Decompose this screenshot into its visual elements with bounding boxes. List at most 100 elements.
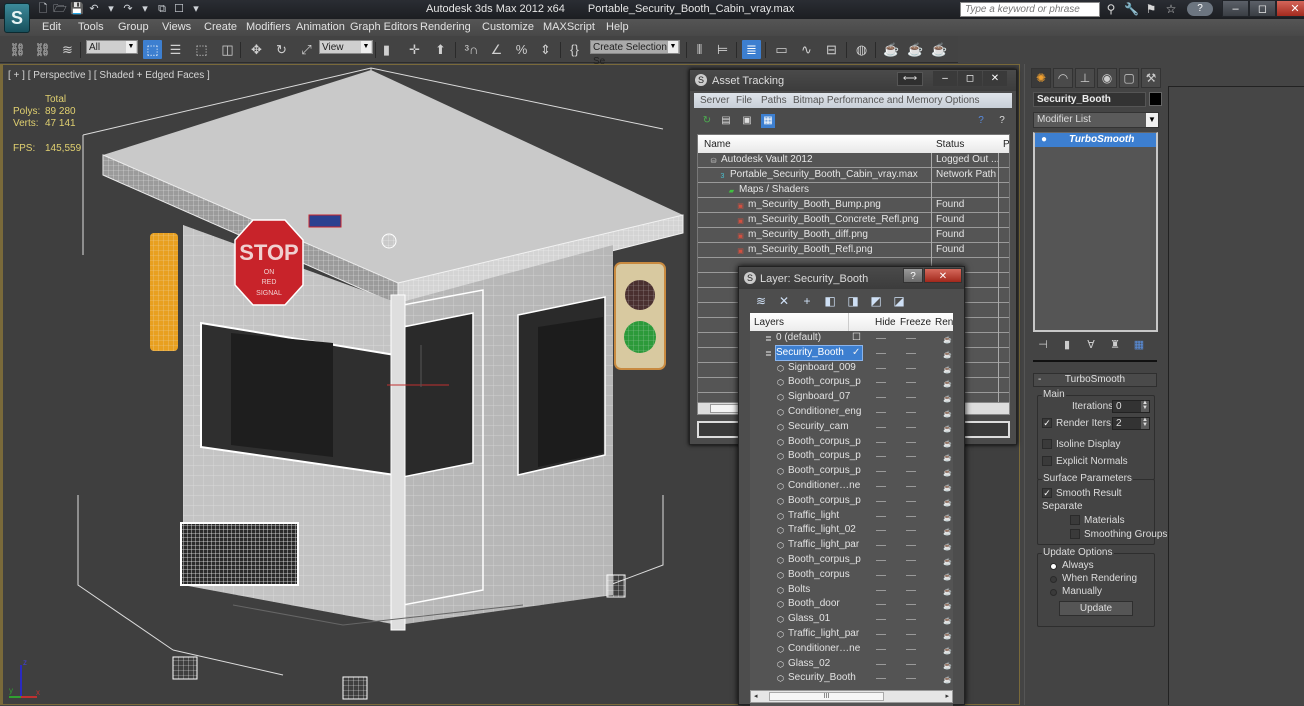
isoline-display-checkbox[interactable] [1042,439,1052,449]
layer-row[interactable]: ≣ 0 (default) ☐ ☕ [750,331,953,346]
freeze-toggle[interactable] [906,678,916,680]
asset-row[interactable]: ▣ m_Security_Booth_Refl.png Found [698,243,1009,258]
asset-row[interactable]: ▣ m_Security_Booth_Concrete_Refl.png Found [698,213,1009,228]
freeze-toggle[interactable] [906,589,916,591]
render-teapot-icon[interactable]: ☕ [943,674,952,684]
layer-name[interactable]: Glass_02 [788,657,830,671]
hide-toggle[interactable] [876,456,886,458]
asset-menu-server[interactable]: Server [700,95,729,106]
tab-modify[interactable]: ◠ [1053,68,1073,88]
hide-toggle[interactable] [876,500,886,502]
object-row[interactable]: ⬡ Traffic_light_par ☕ [750,627,953,642]
menu-graph-editors[interactable]: Graph Editors [350,21,418,33]
freeze-toggle[interactable] [906,397,916,399]
menu-customize[interactable]: Customize [482,21,534,33]
angle-snap-icon[interactable]: ∠ [487,40,506,59]
list-view-icon[interactable]: ▤ [719,114,733,128]
minimize-button[interactable]: – [933,71,957,86]
column-freeze[interactable]: Freeze [900,317,931,328]
freeze-toggle[interactable] [906,441,916,443]
select-object-icon[interactable]: ⬚ [143,40,162,59]
object-row[interactable]: ⬡ Signboard_009 ☕ [750,361,953,376]
object-row[interactable]: ⬡ Traffic_light_02 ☕ [750,523,953,538]
object-row[interactable]: ⬡ Booth_corpus_p ☕ [750,435,953,450]
layer-name[interactable]: Booth_corpus_p [788,375,861,389]
asset-row[interactable]: ▰ Maps / Shaders [698,183,1009,198]
spinner-arrows-icon[interactable]: ▲ ▼ [1141,400,1149,412]
schematic-view-icon[interactable]: ⊟ [822,40,841,59]
hide-toggle[interactable] [876,663,886,665]
close-button[interactable]: ✕ [924,268,962,283]
stack-item-turbosmooth[interactable]: ● TurboSmooth [1035,133,1156,147]
render-teapot-icon[interactable]: ☕ [943,615,952,625]
layer-name[interactable]: Security_Booth [788,671,856,685]
project-folder-icon[interactable]: ⧉ [155,2,169,16]
hide-toggle[interactable] [876,441,886,443]
hide-toggle[interactable] [876,352,886,354]
snaps-toggle-icon[interactable]: ³∩ [462,40,481,59]
layer-name[interactable]: Traffic_light_par [788,538,859,552]
render-teapot-icon[interactable]: ☕ [943,334,952,344]
render-teapot-icon[interactable]: ☕ [943,378,952,388]
menu-views[interactable]: Views [162,21,191,33]
asset-row[interactable]: ▣ m_Security_Booth_Bump.png Found [698,198,1009,213]
viewport-label[interactable]: [ + ] [ Perspective ] [ Shaded + Edged F… [8,70,210,81]
layer-name[interactable]: Booth_corpus_p [788,435,861,449]
tab-display[interactable]: ▢ [1119,68,1139,88]
maximize-button[interactable]: ◻ [958,71,982,86]
binoculars-icon[interactable]: ⚲ [1104,2,1118,16]
asset-menu-file[interactable]: File [736,95,752,106]
freeze-toggle[interactable] [906,338,916,339]
freeze-toggle[interactable] [906,604,916,606]
asset-menu-paths[interactable]: Paths [761,95,787,106]
object-row[interactable]: ⬡ Glass_01 ☕ [750,612,953,627]
manually-radio[interactable] [1050,589,1057,596]
rendered-frame-window-icon[interactable]: ☕ [906,40,925,59]
select-highlighted-objects-icon[interactable]: ◧ [822,293,838,309]
layer-name[interactable]: 0 (default) [776,331,821,345]
create-new-layer-icon[interactable]: ≋ [753,293,769,309]
asset-tracking-titlebar[interactable]: S Asset Tracking ⟷ – ◻ ✕ [690,70,1016,91]
current-layer-check-icon[interactable]: ✓ [852,346,860,360]
hide-toggle[interactable] [876,515,886,517]
render-teapot-icon[interactable]: ☕ [943,571,952,581]
new-file-icon[interactable]: 🗋 [36,2,50,16]
show-end-result-icon[interactable]: ▮ [1059,338,1075,352]
render-iters-spinner[interactable]: 2 ▲ ▼ [1112,417,1150,430]
object-row[interactable]: ⬡ Booth_corpus_p ☕ [750,375,953,390]
menu-rendering[interactable]: Rendering [420,21,471,33]
object-row[interactable]: ⬡ Booth_corpus_p ☕ [750,464,953,479]
render-production-icon[interactable]: ☕ [930,40,949,59]
object-row[interactable]: ⬡ Bolts ☕ [750,583,953,598]
hide-toggle[interactable] [876,619,886,621]
layer-name[interactable]: Booth_corpus_p [788,553,861,567]
freeze-toggle[interactable] [906,486,916,487]
freeze-toggle[interactable] [906,574,916,576]
hide-toggle[interactable] [876,589,886,591]
column-layers[interactable]: Layers [754,317,784,328]
freeze-toggle[interactable] [906,500,916,502]
layer-name[interactable]: Booth_door [788,597,840,611]
select-and-manipulate-icon[interactable]: ✛ [405,40,424,59]
render-iters-checkbox[interactable]: ✓ [1042,418,1052,428]
tab-hierarchy[interactable]: ⊥ [1075,68,1095,88]
named-selection-dropdown[interactable]: Create Selection Se ▼ [590,40,680,67]
freeze-toggle[interactable] [906,530,916,532]
asset-row[interactable]: ⛁ Autodesk Vault 2012 Logged Out ... [698,153,1009,168]
layer-name[interactable]: Security_cam [788,420,849,434]
pin-stack-icon[interactable]: ⊣ [1035,338,1051,352]
smoothing-groups-checkbox[interactable] [1070,529,1080,539]
turbosmooth-rollout-header[interactable]: - TurboSmooth [1033,373,1157,387]
when-rendering-radio[interactable] [1050,576,1057,583]
layer-row[interactable]: ≣ Security_Booth ✓ ☕ [750,344,953,361]
object-row[interactable]: ⬡ Security_cam ☕ [750,420,953,435]
align-icon[interactable]: ⊨ [713,40,732,59]
object-row[interactable]: ⬡ Traffic_light ☕ [750,509,953,524]
render-teapot-icon[interactable]: ☕ [943,349,952,359]
select-by-name-icon[interactable]: ☰ [166,40,185,59]
object-row[interactable]: ⬡ Booth_corpus ☕ [750,568,953,583]
freeze-toggle[interactable] [906,426,916,428]
render-teapot-icon[interactable]: ☕ [943,556,952,566]
object-name-field[interactable]: Security_Booth [1033,92,1146,107]
layer-name[interactable]: Security_Booth [775,344,863,361]
